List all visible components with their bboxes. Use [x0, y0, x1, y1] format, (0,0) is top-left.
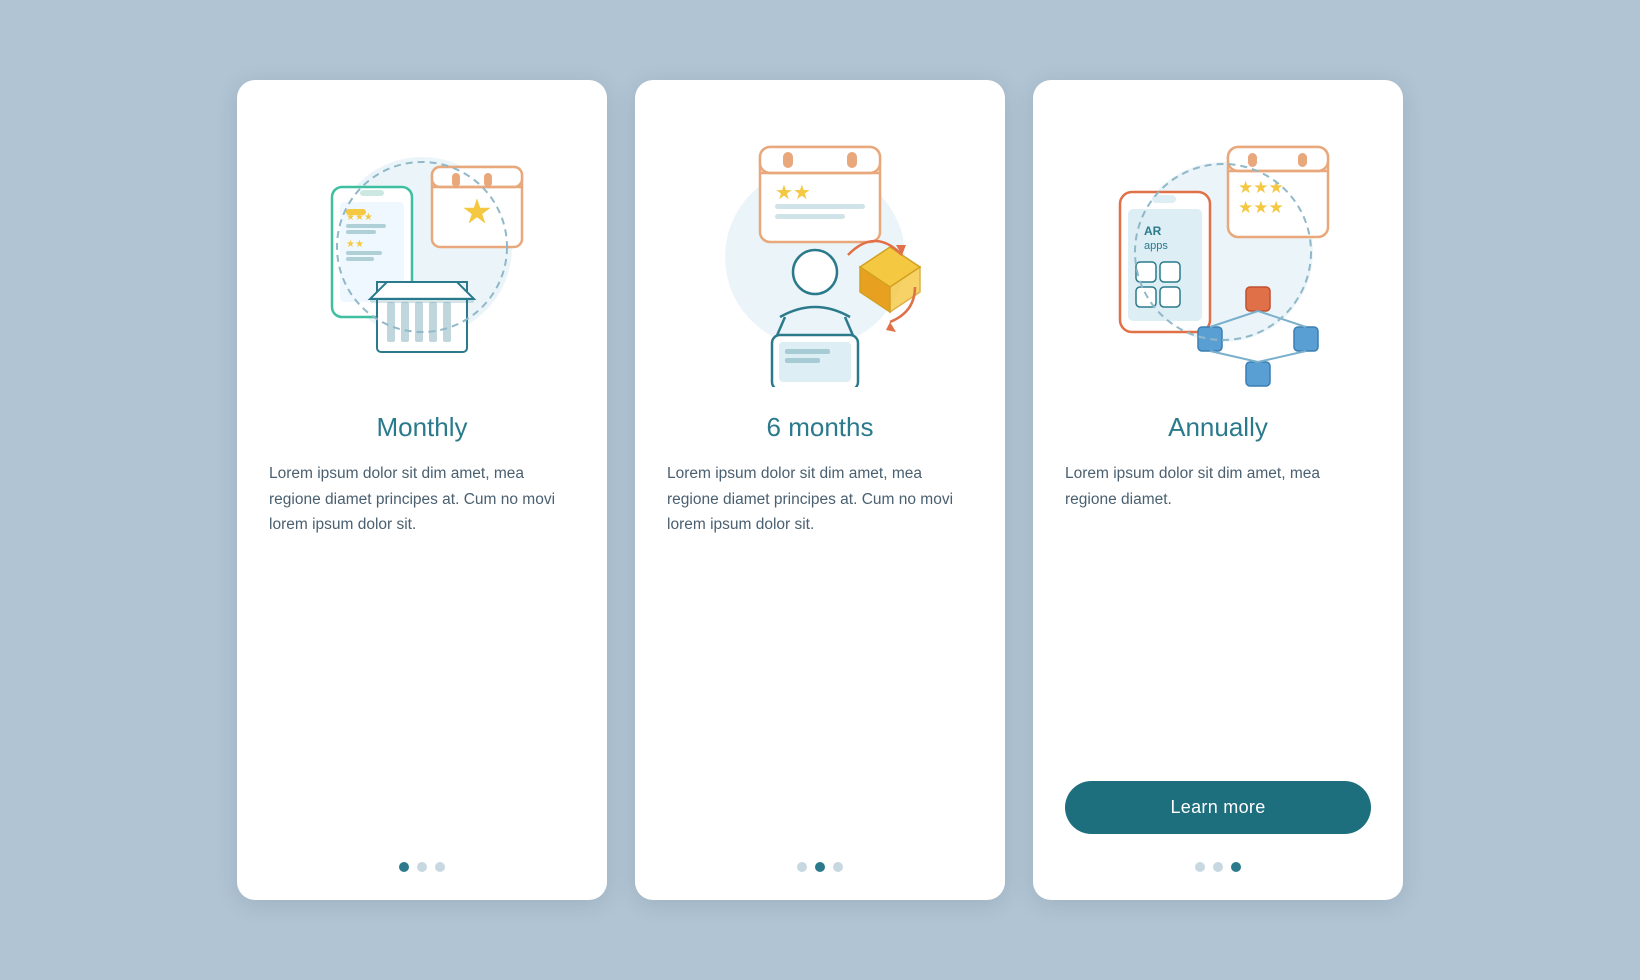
six-months-title: 6 months: [767, 412, 874, 443]
svg-text:★★: ★★: [775, 182, 811, 204]
cards-container: ★★★ ★★: [237, 80, 1403, 900]
six-months-dots: [797, 850, 843, 872]
dot-3: [435, 862, 445, 872]
dot-1: [797, 862, 807, 872]
svg-text:apps: apps: [1144, 240, 1168, 252]
annually-illustration: ★★★ ★★★ AR apps: [1098, 112, 1338, 392]
monthly-text: Lorem ipsum dolor sit dim amet, mea regi…: [269, 461, 575, 826]
svg-text:★★: ★★: [346, 239, 364, 250]
dot-1: [399, 862, 409, 872]
svg-text:AR: AR: [1144, 224, 1162, 238]
annually-title: Annually: [1168, 412, 1268, 443]
dot-3: [1231, 862, 1241, 872]
svg-text:★★★: ★★★: [1238, 198, 1284, 217]
learn-more-button[interactable]: Learn more: [1065, 781, 1371, 834]
dot-3: [833, 862, 843, 872]
card-annually: ★★★ ★★★ AR apps: [1033, 80, 1403, 900]
card-monthly: ★★★ ★★: [237, 80, 607, 900]
six-months-illustration: ★★: [700, 112, 940, 392]
annually-dots: [1195, 850, 1241, 872]
dot-1: [1195, 862, 1205, 872]
svg-text:★★★: ★★★: [1238, 178, 1284, 197]
monthly-illustration: ★★★ ★★: [302, 112, 542, 392]
dot-2: [417, 862, 427, 872]
six-months-text: Lorem ipsum dolor sit dim amet, mea regi…: [667, 461, 973, 826]
card-six-months: ★★: [635, 80, 1005, 900]
svg-text:★★★: ★★★: [346, 212, 373, 223]
monthly-title: Monthly: [376, 412, 467, 443]
dot-2: [1213, 862, 1223, 872]
annually-text: Lorem ipsum dolor sit dim amet, mea regi…: [1065, 461, 1371, 757]
dot-2: [815, 862, 825, 872]
monthly-dots: [399, 850, 445, 872]
